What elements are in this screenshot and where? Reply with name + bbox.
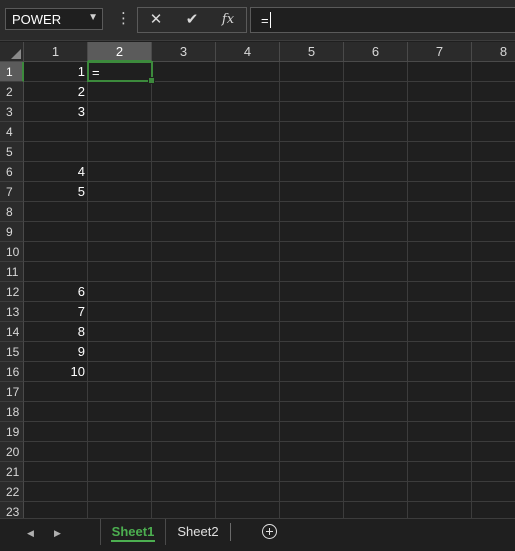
tab-sheet1-label: Sheet1 — [111, 524, 155, 539]
column-header[interactable]: 7 — [408, 42, 472, 62]
formula-bar: POWER ▼ ⋮ ✕ ✔ fx = — [0, 0, 515, 41]
row-gridline — [24, 441, 515, 442]
row-header[interactable]: 5 — [0, 142, 24, 162]
row-gridline — [24, 161, 515, 162]
row-gridline — [24, 461, 515, 462]
select-all-button[interactable] — [0, 42, 24, 62]
cell[interactable]: 7 — [24, 302, 88, 322]
row-header[interactable]: 23 — [0, 502, 24, 518]
next-sheet-icon[interactable]: ▶ — [54, 528, 61, 539]
column-headers: 12345678 — [24, 42, 515, 62]
cell[interactable]: 6 — [24, 282, 88, 302]
row-header[interactable]: 3 — [0, 102, 24, 122]
row-gridline — [24, 221, 515, 222]
previous-sheet-icon[interactable]: ◀ — [27, 528, 34, 539]
row-gridline — [24, 241, 515, 242]
row-gridline — [24, 481, 515, 482]
row-gridline — [24, 381, 515, 382]
formula-input[interactable]: = — [250, 7, 515, 33]
row-header[interactable]: 15 — [0, 342, 24, 362]
select-all-triangle-icon — [11, 49, 21, 59]
column-gridline — [343, 62, 344, 518]
row-gridline — [24, 341, 515, 342]
column-gridline — [407, 62, 408, 518]
row-header[interactable]: 12 — [0, 282, 24, 302]
row-gridline — [24, 101, 515, 102]
cell[interactable]: 4 — [24, 162, 88, 182]
row-gridline — [24, 261, 515, 262]
cell[interactable]: 1 — [24, 62, 88, 82]
row-gridline — [24, 181, 515, 182]
fill-handle[interactable] — [148, 77, 155, 84]
column-gridline — [279, 62, 280, 518]
row-gridline — [24, 421, 515, 422]
column-header[interactable]: 4 — [216, 42, 280, 62]
row-gridline — [24, 201, 515, 202]
column-header[interactable]: 6 — [344, 42, 408, 62]
cell[interactable]: 8 — [24, 322, 88, 342]
formula-buttons: ✕ ✔ fx — [137, 7, 247, 33]
cell[interactable]: 9 — [24, 342, 88, 362]
column-header[interactable]: 3 — [152, 42, 216, 62]
row-header[interactable]: 9 — [0, 222, 24, 242]
row-gridline — [24, 501, 515, 502]
row-header[interactable]: 16 — [0, 362, 24, 382]
sheet-tab-bar: ◀ ▶ Sheet1 Sheet2 — [0, 518, 515, 551]
row-header[interactable]: 17 — [0, 382, 24, 402]
row-header[interactable]: 4 — [0, 122, 24, 142]
column-header[interactable]: 2 — [88, 42, 152, 62]
column-gridline — [215, 62, 216, 518]
row-header[interactable]: 20 — [0, 442, 24, 462]
insert-function-icon[interactable]: fx — [214, 10, 242, 30]
column-header[interactable]: 8 — [472, 42, 515, 62]
row-header[interactable]: 22 — [0, 482, 24, 502]
row-gridline — [24, 121, 515, 122]
row-gridline — [24, 361, 515, 362]
column-header[interactable]: 5 — [280, 42, 344, 62]
formula-text: = — [261, 13, 269, 28]
cell[interactable]: 5 — [24, 182, 88, 202]
text-caret — [270, 12, 271, 28]
active-cell[interactable]: = — [87, 61, 155, 84]
row-header[interactable]: 8 — [0, 202, 24, 222]
tab-divider — [230, 523, 231, 541]
cell[interactable]: 3 — [24, 102, 88, 122]
add-sheet-icon[interactable] — [262, 524, 277, 539]
row-header[interactable]: 13 — [0, 302, 24, 322]
column-gridline — [87, 62, 88, 518]
check-icon[interactable]: ✔ — [178, 10, 206, 30]
row-header[interactable]: 2 — [0, 82, 24, 102]
column-gridline — [471, 62, 472, 518]
column-gridline — [151, 62, 152, 518]
tab-sheet2-label: Sheet2 — [177, 524, 219, 539]
row-header[interactable]: 14 — [0, 322, 24, 342]
name-box-value: POWER — [12, 12, 62, 27]
row-header[interactable]: 11 — [0, 262, 24, 282]
name-box[interactable]: POWER ▼ — [5, 8, 103, 30]
more-options-icon[interactable]: ⋮ — [116, 9, 131, 29]
row-header[interactable]: 1 — [0, 62, 24, 82]
cancel-icon[interactable]: ✕ — [142, 10, 170, 30]
cell-area[interactable]: 1 2 3 4 5 6 7 8 9 10 = — [24, 61, 515, 518]
row-header[interactable]: 10 — [0, 242, 24, 262]
row-gridline — [24, 401, 515, 402]
cell[interactable]: 2 — [24, 82, 88, 102]
cell[interactable]: 10 — [24, 362, 88, 382]
row-header[interactable]: 6 — [0, 162, 24, 182]
column-header[interactable]: 1 — [24, 42, 88, 62]
row-gridline — [24, 301, 515, 302]
row-header[interactable]: 19 — [0, 422, 24, 442]
row-header[interactable]: 18 — [0, 402, 24, 422]
spreadsheet-grid: 12345678 1 2 3 4 5 6 7 8 9 10 11 12 13 14 15 16 17 18 19 20… — [0, 42, 515, 518]
active-tab-indicator — [111, 540, 155, 542]
row-gridline — [24, 281, 515, 282]
tab-sheet1[interactable]: Sheet1 — [100, 519, 166, 545]
row-header[interactable]: 7 — [0, 182, 24, 202]
tab-sheet2[interactable]: Sheet2 — [168, 519, 228, 545]
row-gridline — [24, 321, 515, 322]
row-header[interactable]: 21 — [0, 462, 24, 482]
chevron-down-icon[interactable]: ▼ — [88, 12, 98, 23]
active-cell-text: = — [92, 65, 100, 80]
row-gridline — [24, 141, 515, 142]
